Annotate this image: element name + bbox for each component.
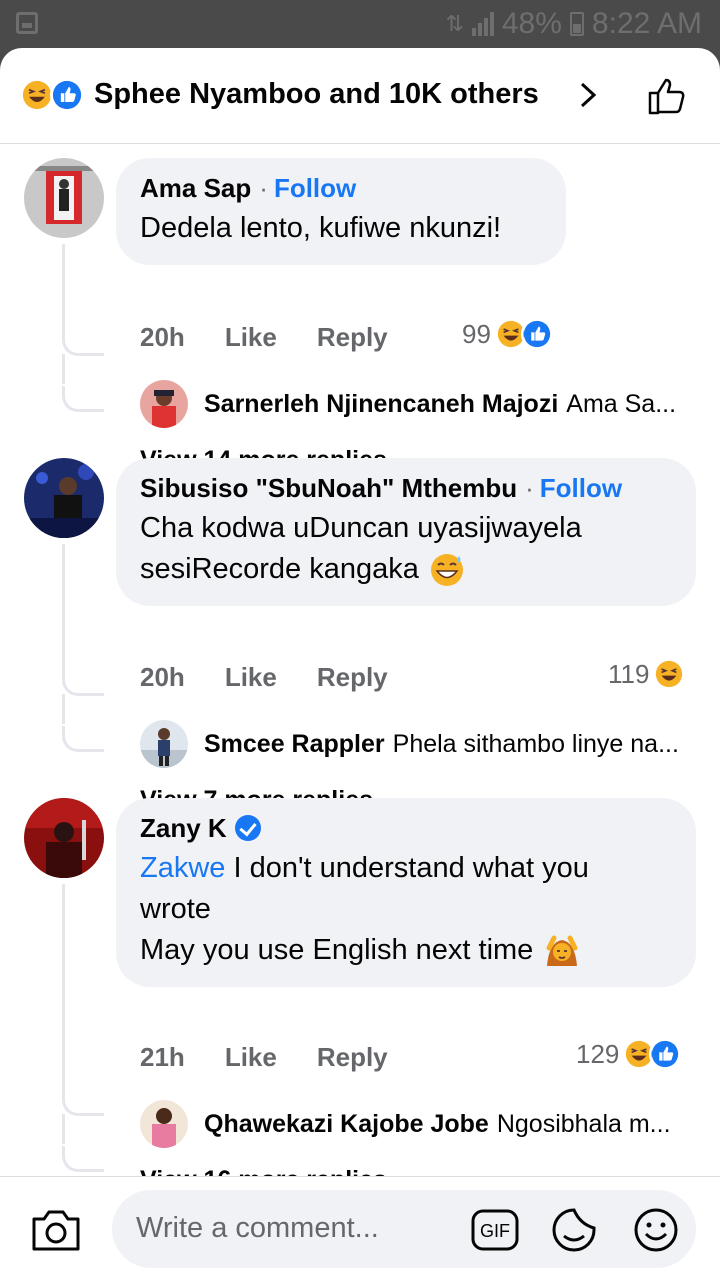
reaction-count-value: 129 (576, 1038, 620, 1069)
avatar[interactable] (24, 158, 104, 238)
reply-button[interactable]: Reply (317, 662, 388, 693)
mention-link[interactable]: Zakwe (140, 852, 225, 884)
reply-author: Smcee Rappler (204, 729, 385, 758)
reply-author: Sarnerleh Njinencaneh Majozi (204, 389, 559, 418)
comment-actions: 20h Like Reply (140, 662, 388, 693)
comment-text: Cha kodwa uDuncan uyasijwayela sesiRecor… (140, 508, 672, 590)
reply-avatar[interactable] (140, 1100, 188, 1148)
laughing-face-emoji-icon (20, 78, 54, 112)
thread-connector (62, 726, 104, 752)
thread-line (62, 694, 65, 724)
thread-connector (62, 386, 104, 412)
thread-connector (62, 330, 104, 356)
comment-time[interactable]: 20h (140, 322, 185, 353)
signal-icon (471, 12, 494, 36)
thumbs-up-reaction-icon (649, 1038, 682, 1070)
comment-text: Zakwe I don't understand what you wrote … (140, 848, 672, 971)
comment-text: Dedela lento, kufiwe nkunzi! (140, 212, 502, 244)
thread-line (62, 544, 65, 674)
reply-avatar[interactable] (140, 380, 188, 428)
reply-preview[interactable]: Qhawekazi Kajobe Jobe Ngosibhala m... (140, 1100, 671, 1148)
comment-input-placeholder: Write a comment... (136, 1212, 379, 1244)
comment-author-row: Ama Sap · Follow (140, 172, 542, 204)
comment-text-line: I don't understand what you (225, 852, 589, 884)
avatar[interactable] (24, 458, 104, 538)
comment-actions: 20h Like Reply (140, 322, 388, 353)
grinning-sweat-emoji-icon (430, 553, 463, 586)
avatar[interactable] (24, 798, 104, 878)
comment-input[interactable]: Write a comment... GIF (112, 1190, 696, 1268)
comment-text-line: wrote (140, 893, 211, 925)
thread-line (62, 884, 65, 1094)
reply-button[interactable]: Reply (317, 1042, 388, 1073)
comment-time[interactable]: 21h (140, 1042, 185, 1073)
smiley-icon[interactable] (632, 1206, 680, 1254)
comment-bubble[interactable]: Ama Sap · Follow Dedela lento, kufiwe nk… (116, 158, 566, 265)
reply-button[interactable]: Reply (317, 322, 388, 353)
reply-preview[interactable]: Sarnerleh Njinencaneh Majozi Ama Sa... (140, 380, 676, 428)
clock: 8:22 AM (591, 7, 702, 40)
comments-sheet: Sphee Nyamboo and 10K others Ama Sap · F… (0, 48, 720, 1280)
comment-author[interactable]: Sibusiso "SbuNoah" Mthembu (140, 472, 517, 504)
comment-author[interactable]: Zany K (140, 812, 227, 844)
comment-actions: 21h Like Reply (140, 1042, 388, 1073)
thumbs-up-reaction-icon (50, 78, 84, 112)
comment-author-row: Sibusiso "SbuNoah" Mthembu · Follow (140, 472, 672, 504)
reply-author: Qhawekazi Kajobe Jobe (204, 1109, 489, 1138)
reaction-count[interactable]: 119 (608, 658, 686, 690)
laughing-face-emoji-icon (653, 658, 686, 690)
reply-snippet: Ama Sa... (566, 389, 677, 418)
battery-icon (569, 12, 584, 36)
thread-line (62, 354, 65, 384)
reply-avatar[interactable] (140, 720, 188, 768)
comment-text-line: May you use English next time (140, 934, 534, 966)
reaction-icons (20, 78, 90, 112)
separator-dot: · (525, 473, 534, 503)
follow-button[interactable]: Follow (274, 172, 356, 204)
gif-label: GIF (480, 1221, 510, 1241)
reaction-count-value: 99 (462, 318, 491, 349)
comment-text-line: Cha kodwa uDuncan uyasijwayela (140, 512, 582, 544)
like-button[interactable]: Like (225, 662, 277, 693)
comment-composer: Write a comment... GIF (0, 1176, 720, 1280)
reaction-count-value: 119 (608, 658, 650, 689)
comment-author-row: Zany K (140, 812, 672, 844)
thread-line (62, 1114, 65, 1144)
comment-bubble[interactable]: Sibusiso "SbuNoah" Mthembu · Follow Cha … (116, 458, 696, 606)
status-bar: ⇅ 48% 8:22 AM (0, 0, 720, 48)
follow-button[interactable]: Follow (540, 472, 622, 504)
like-button[interactable]: Like (225, 322, 277, 353)
reply-snippet: Ngosibhala m... (496, 1109, 671, 1138)
camera-icon[interactable] (30, 1207, 82, 1253)
reaction-count[interactable]: 129 (576, 1038, 682, 1070)
separator-dot: · (259, 173, 268, 203)
gif-icon[interactable]: GIF (470, 1208, 520, 1252)
sticker-icon[interactable] (550, 1206, 598, 1254)
comment-time[interactable]: 20h (140, 662, 185, 693)
like-button[interactable]: Like (225, 1042, 277, 1073)
reply-preview[interactable]: Smcee Rappler Phela sithambo linye na... (140, 720, 679, 768)
comment-text-line: sesiRecorde kangaka (140, 553, 419, 585)
like-icon[interactable] (646, 74, 690, 118)
person-gesturing-emoji-icon (546, 935, 578, 966)
thread-connector (62, 1090, 104, 1116)
thread-line (62, 244, 65, 334)
gallery-notification-icon (16, 12, 38, 34)
reaction-count[interactable]: 99 (462, 318, 553, 350)
reply-snippet: Phela sithambo linye na... (392, 729, 679, 758)
reactions-summary: Sphee Nyamboo and 10K others (94, 78, 539, 110)
status-indicators: ⇅ 48% 8:22 AM (445, 6, 702, 42)
reactions-header[interactable]: Sphee Nyamboo and 10K others (0, 48, 720, 144)
comment-bubble[interactable]: Zany K Zakwe I don't understand what you… (116, 798, 696, 987)
thread-connector (62, 1146, 104, 1172)
chevron-right-icon[interactable] (572, 80, 602, 110)
verified-badge-icon (234, 815, 261, 841)
thread-connector (62, 670, 104, 696)
comment-author[interactable]: Ama Sap (140, 172, 251, 204)
battery-percent: 48% (501, 7, 562, 40)
data-arrows-icon: ⇅ (445, 11, 464, 36)
thumbs-up-reaction-icon (520, 318, 553, 350)
